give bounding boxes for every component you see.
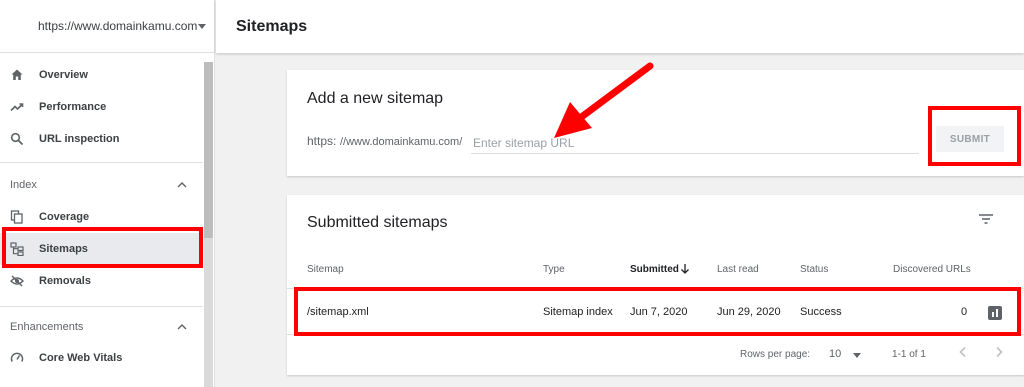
top-bar: Sitemaps	[216, 0, 1024, 53]
chevron-up-icon[interactable]	[176, 181, 188, 189]
pagination-range: 1-1 of 1	[892, 349, 926, 360]
sidebar-item-label: Core Web Vitals	[39, 352, 123, 364]
filter-icon[interactable]	[978, 213, 994, 225]
sidebar-item-removals[interactable]: Removals	[0, 265, 200, 297]
submitted-sitemaps-card: Submitted sitemaps Sitemap Type Submitte…	[287, 195, 1024, 375]
page-title: Sitemaps	[236, 17, 308, 35]
sidebar: https://www.domainkamu.com Overview Perf…	[0, 0, 215, 387]
column-header-submitted[interactable]: Submitted	[630, 264, 679, 275]
sidebar-item-label: Coverage	[39, 211, 90, 223]
annotation-box-sitemaps	[2, 227, 203, 268]
speedometer-icon	[10, 352, 24, 362]
sidebar-item-label: Removals	[39, 275, 91, 287]
arrow-down-icon[interactable]	[680, 263, 690, 275]
file-copy-icon	[10, 210, 23, 224]
property-logo	[2, 10, 34, 42]
scrollbar-thumb[interactable]	[204, 62, 213, 238]
annotation-box-submit	[928, 106, 1021, 166]
add-sitemap-title: Add a new sitemap	[307, 90, 444, 107]
column-header-sitemap[interactable]: Sitemap	[307, 264, 344, 275]
sitemap-url-input[interactable]	[473, 134, 913, 152]
sidebar-scrollbar[interactable]	[204, 62, 213, 387]
sidebar-item-overview[interactable]: Overview	[0, 59, 200, 91]
column-header-status[interactable]: Status	[800, 264, 828, 275]
submitted-sitemaps-title: Submitted sitemaps	[307, 214, 448, 231]
dropdown-caret-icon[interactable]	[198, 24, 206, 29]
property-url: https://www.domainkamu.com	[38, 19, 198, 33]
chevron-right-icon[interactable]	[994, 346, 1004, 358]
annotation-box-row	[294, 287, 1021, 336]
sidebar-item-url-inspection[interactable]: URL inspection	[0, 123, 200, 155]
sidebar-divider	[0, 162, 203, 163]
sidebar-item-core-web-vitals[interactable]: Core Web Vitals	[0, 342, 200, 374]
url-prefix-domain: //www.domainkamu.com/	[340, 136, 463, 148]
url-prefix-scheme: https:	[307, 134, 337, 148]
property-selector[interactable]: https://www.domainkamu.com	[0, 0, 214, 53]
rows-per-page-label: Rows per page:	[740, 349, 811, 360]
sidebar-divider	[0, 306, 203, 307]
column-header-last-read[interactable]: Last read	[717, 264, 759, 275]
trending-up-icon	[10, 103, 24, 112]
column-header-type[interactable]: Type	[543, 264, 565, 275]
annotation-arrow-icon	[554, 62, 654, 138]
eye-off-icon	[10, 275, 24, 287]
input-underline	[471, 153, 919, 154]
chevron-left-icon[interactable]	[958, 346, 968, 358]
sidebar-item-performance[interactable]: Performance	[0, 91, 200, 123]
caret-down-icon[interactable]	[853, 353, 861, 358]
search-icon	[10, 132, 24, 146]
home-icon	[11, 69, 23, 80]
column-header-discovered-urls[interactable]: Discovered URLs	[893, 264, 971, 275]
section-label-index: Index	[10, 179, 37, 191]
sidebar-item-label: Performance	[39, 101, 107, 113]
rows-per-page-select[interactable]: 10	[829, 348, 841, 360]
sidebar-item-label: URL inspection	[39, 133, 120, 145]
section-label-enhancements: Enhancements	[10, 321, 84, 333]
chevron-up-icon[interactable]	[176, 323, 188, 331]
sidebar-item-label: Overview	[39, 69, 88, 81]
